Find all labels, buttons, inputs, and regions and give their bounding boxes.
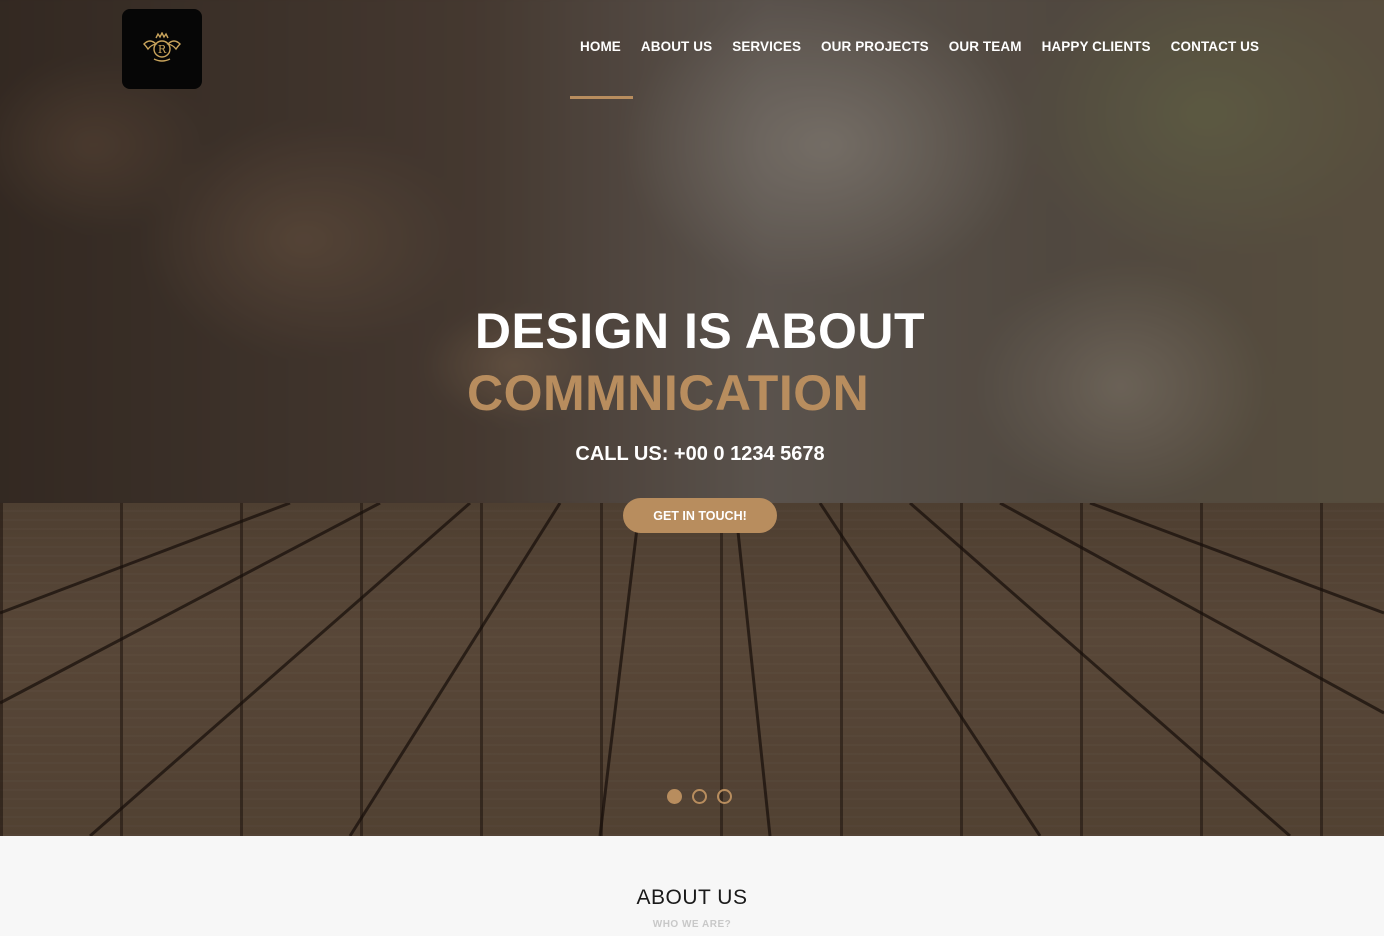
nav-item-happy-clients[interactable]: HAPPY CLIENTS [1032, 39, 1161, 59]
get-in-touch-button[interactable]: GET IN TOUCH! [623, 498, 777, 533]
slider-dot-2[interactable] [692, 789, 707, 804]
about-section: ABOUT US WHO WE ARE? [0, 836, 1384, 936]
main-nav: HOME ABOUT US SERVICES OUR PROJECTS OUR … [570, 39, 1269, 59]
site-logo[interactable]: R [122, 9, 202, 89]
svg-text:R: R [158, 43, 167, 56]
nav-item-our-projects[interactable]: OUR PROJECTS [811, 39, 939, 59]
hero-title-line1: DESIGN IS ABOUT [474, 303, 926, 359]
about-title: ABOUT US [636, 886, 748, 909]
slider-dots [667, 789, 732, 804]
hero-call-us: CALL US: +00 0 1234 5678 [575, 443, 825, 465]
nav-item-contact-us[interactable]: CONTACT US [1161, 39, 1270, 59]
slider-dot-1[interactable] [667, 789, 682, 804]
hero-title-line2: COMMNICATION [467, 365, 870, 421]
slider-dot-3[interactable] [717, 789, 732, 804]
nav-item-our-team[interactable]: OUR TEAM [939, 39, 1032, 59]
nav-item-about-us[interactable]: ABOUT US [631, 39, 722, 59]
crest-logo-icon: R [143, 32, 181, 62]
hero-section: R HOME ABOUT US SERVICES OUR PROJECTS OU… [0, 0, 1384, 836]
nav-item-home[interactable]: HOME [570, 39, 631, 59]
nav-active-indicator [570, 96, 633, 99]
nav-item-services[interactable]: SERVICES [722, 39, 811, 59]
hero-title: DESIGN IS ABOUT COMMNICATION [0, 300, 1384, 424]
about-subtitle: WHO WE ARE? [652, 919, 732, 930]
